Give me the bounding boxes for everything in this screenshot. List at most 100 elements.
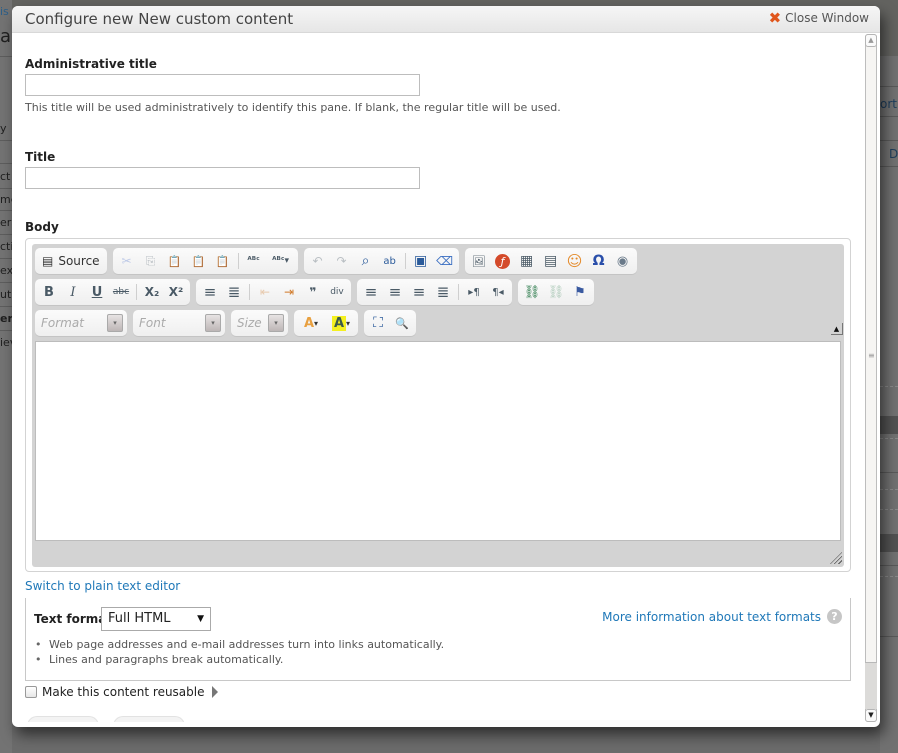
rtl-button[interactable]: ¶◂ — [487, 281, 509, 303]
align-right-icon: ≡ — [412, 283, 426, 301]
spell-check-button[interactable]: ᴬᴮᶜ — [243, 250, 265, 272]
scrollbar-thumb[interactable] — [865, 662, 877, 709]
numbered-list-icon: ≡ — [203, 283, 217, 301]
horizontal-rule-icon: ▤ — [543, 253, 558, 269]
flash-icon: ƒ — [495, 253, 511, 269]
redo-button[interactable]: ↷ — [331, 250, 353, 272]
collapse-toolbar-button[interactable]: ▲ — [831, 323, 843, 335]
smiley-icon: ☺ — [566, 252, 583, 270]
replace-button[interactable]: ab — [379, 250, 401, 272]
admin-title-label: Administrative title — [25, 57, 157, 71]
admin-title-input[interactable] — [25, 74, 420, 96]
smiley-button[interactable]: ☺ — [564, 250, 586, 272]
strike-button[interactable]: abc — [110, 281, 132, 303]
bold-icon: B — [44, 284, 54, 300]
iframe-button[interactable]: ◉ — [612, 250, 634, 272]
body-label: Body — [25, 220, 59, 234]
superscript-button[interactable]: X² — [165, 281, 187, 303]
table-button[interactable]: ▦ — [516, 250, 538, 272]
scroll-down-icon[interactable]: ▼ — [865, 709, 877, 722]
link-button[interactable]: ⛓ — [521, 281, 543, 303]
paste-from-word-button[interactable]: 📋 — [212, 250, 234, 272]
scroll-up-icon[interactable]: ▲ — [865, 34, 877, 47]
paste-button[interactable]: 📋 — [164, 250, 186, 272]
underline-button[interactable]: U — [86, 281, 108, 303]
justify-icon: ≣ — [436, 283, 450, 301]
background-fragment: era — [0, 216, 12, 229]
maximize-button[interactable]: ⛶ — [367, 312, 389, 334]
indent-button[interactable]: ⇥ — [278, 281, 300, 303]
text-color-icon: A — [303, 315, 315, 331]
close-window-label: Close Window — [785, 11, 869, 25]
background-fragment: me — [0, 193, 12, 206]
source-button[interactable]: ▤ Source — [38, 250, 104, 272]
div-icon: div — [330, 287, 344, 297]
subscript-button[interactable]: X₂ — [141, 281, 163, 303]
font-combo[interactable]: Font ▾ — [133, 310, 225, 336]
underline-icon: U — [91, 284, 103, 300]
chevron-down-icon: ▾ — [205, 314, 221, 332]
paste-text-button[interactable]: 📋 — [188, 250, 210, 272]
bold-button[interactable]: B — [38, 281, 60, 303]
scrollbar-track[interactable] — [865, 34, 877, 722]
editor-content-area[interactable] — [35, 341, 841, 541]
close-window-button[interactable]: ✖ Close Window — [769, 11, 869, 26]
reusable-option: Make this content reusable — [25, 685, 218, 699]
show-blocks-icon: 🔍 — [395, 316, 409, 330]
show-blocks-button[interactable]: 🔍 — [391, 312, 413, 334]
chevron-down-icon: ▾ — [268, 314, 284, 332]
title-input[interactable] — [25, 167, 420, 189]
image-button[interactable]: 🖼 — [468, 250, 490, 272]
more-info-text-formats-link[interactable]: More information about text formats — [602, 610, 821, 624]
text-color-button[interactable]: A ▾ — [297, 312, 325, 334]
align-center-button[interactable]: ≡ — [384, 281, 406, 303]
link-icon: ⛓ — [523, 284, 541, 300]
select-all-button[interactable]: ▣ — [410, 250, 432, 272]
bulleted-list-button[interactable]: ≣ — [223, 281, 245, 303]
dropdown-icon: ▾ — [346, 318, 351, 328]
unlink-button[interactable]: ⛓ — [545, 281, 567, 303]
find-button[interactable]: ⌕ — [355, 250, 377, 272]
justify-button[interactable]: ≣ — [432, 281, 454, 303]
background-fragment: ort — [880, 97, 897, 111]
copy-button[interactable]: ⎘ — [140, 250, 162, 272]
ltr-button[interactable]: ▸¶ — [463, 281, 485, 303]
flash-button[interactable]: ƒ — [492, 250, 514, 272]
italic-icon: I — [70, 284, 76, 300]
background-color-button[interactable]: A ▾ — [327, 312, 355, 334]
paste-text-icon: 📋 — [191, 254, 206, 268]
blockquote-button[interactable]: ❞ — [302, 281, 324, 303]
rich-text-editor: ▤ Source ✂ ⎘ 📋 📋 📋 ᴬᴮᶜ ᴬᴮᶜ▾ ↶ ↷ ⌕ ab ▣ ⌫… — [32, 244, 844, 567]
horizontal-rule-button[interactable]: ▤ — [540, 250, 562, 272]
size-combo[interactable]: Size ▾ — [231, 310, 288, 336]
numbered-list-button[interactable]: ≡ — [199, 281, 221, 303]
format-combo[interactable]: Format ▾ — [35, 310, 127, 336]
special-char-button[interactable]: Ω — [588, 250, 610, 272]
continue-button-partial[interactable] — [27, 716, 99, 722]
background-color-icon: A — [331, 315, 347, 331]
expand-arrow-icon[interactable] — [211, 686, 218, 698]
align-right-button[interactable]: ≡ — [408, 281, 430, 303]
reusable-checkbox[interactable] — [25, 686, 37, 698]
switch-to-plain-text-link[interactable]: Switch to plain text editor — [25, 579, 180, 593]
help-icon[interactable]: ? — [827, 609, 842, 624]
toolbar-separator — [404, 253, 406, 269]
outdent-button[interactable]: ⇤ — [254, 281, 276, 303]
spell-check-as-you-type-button[interactable]: ᴬᴮᶜ▾ — [267, 250, 295, 272]
italic-button[interactable]: I — [62, 281, 84, 303]
undo-button[interactable]: ↶ — [307, 250, 329, 272]
background-left-content: is a y ct me era ctio ex ut er iev — [0, 0, 12, 753]
align-left-button[interactable]: ≡ — [360, 281, 382, 303]
superscript-icon: X² — [168, 285, 184, 299]
modal-scrollbar[interactable]: ≡ ▲ ▼ — [864, 34, 878, 722]
toolbar-group-links: ⛓ ⛓ ⚑ — [518, 279, 594, 305]
cut-button[interactable]: ✂ — [116, 250, 138, 272]
toolbar-group-editing: ↶ ↷ ⌕ ab ▣ ⌫ — [303, 248, 459, 274]
text-format-select[interactable]: Full HTML ▼ — [101, 607, 211, 631]
anchor-button[interactable]: ⚑ — [569, 281, 591, 303]
remove-format-button[interactable]: ⌫ — [434, 250, 456, 272]
resize-handle[interactable] — [830, 552, 842, 564]
text-format-tip: Web page addresses and e-mail addresses … — [35, 637, 444, 652]
cancel-button-partial[interactable] — [113, 716, 185, 722]
create-div-button[interactable]: div — [326, 281, 348, 303]
